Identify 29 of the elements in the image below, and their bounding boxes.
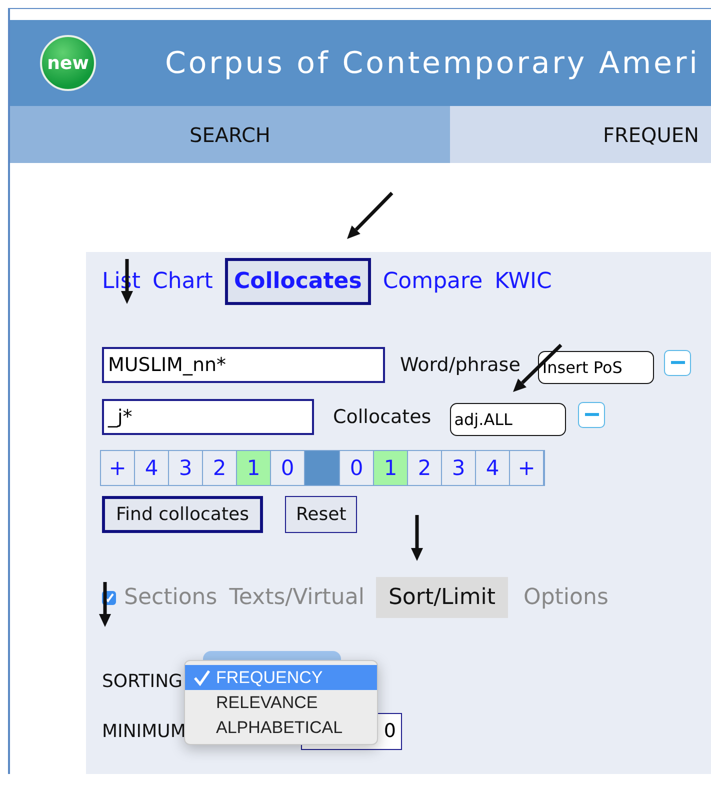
remove-icon[interactable] xyxy=(578,402,606,428)
menu-item[interactable]: ALPHABETICAL xyxy=(185,715,377,740)
main-tab[interactable]: FREQUEN xyxy=(450,106,711,163)
minimum-label: MINIMUM xyxy=(102,720,186,742)
annotation-arrow xyxy=(347,192,394,239)
word-label: Word/phrase xyxy=(400,354,520,376)
find-button[interactable]: Find collocates xyxy=(102,496,263,533)
site-title: Corpus of Contemporary Ameri xyxy=(165,46,700,80)
display-tab[interactable]: KWIC xyxy=(494,269,552,294)
annotation-arrow xyxy=(411,515,423,561)
span-cell[interactable]: 1 xyxy=(237,451,271,485)
collocate-input[interactable]: _j* xyxy=(102,398,314,434)
sorting-label: SORTING xyxy=(102,670,183,692)
display-tab[interactable]: Collocates xyxy=(224,258,371,305)
collocates-label: Collocates xyxy=(333,406,432,428)
annotation-arrow xyxy=(99,582,111,627)
reset-button[interactable]: Reset xyxy=(284,496,358,533)
display-tab[interactable]: Compare xyxy=(382,269,483,294)
new-badge: new xyxy=(40,35,96,91)
word-input[interactable]: MUSLIM_nn* xyxy=(102,346,385,382)
pos-field[interactable]: adj.ALL xyxy=(450,403,566,436)
span-cell[interactable]: 1 xyxy=(374,451,408,485)
option-tab[interactable]: Sort/Limit xyxy=(376,577,508,618)
pos-field[interactable]: Insert PoS xyxy=(538,351,654,384)
remove-icon[interactable] xyxy=(664,350,692,376)
main-tab[interactable]: SEARCH xyxy=(10,106,450,163)
display-tab[interactable]: Chart xyxy=(152,269,213,294)
check-icon xyxy=(193,669,211,686)
menu-item[interactable]: RELEVANCE xyxy=(185,690,377,715)
